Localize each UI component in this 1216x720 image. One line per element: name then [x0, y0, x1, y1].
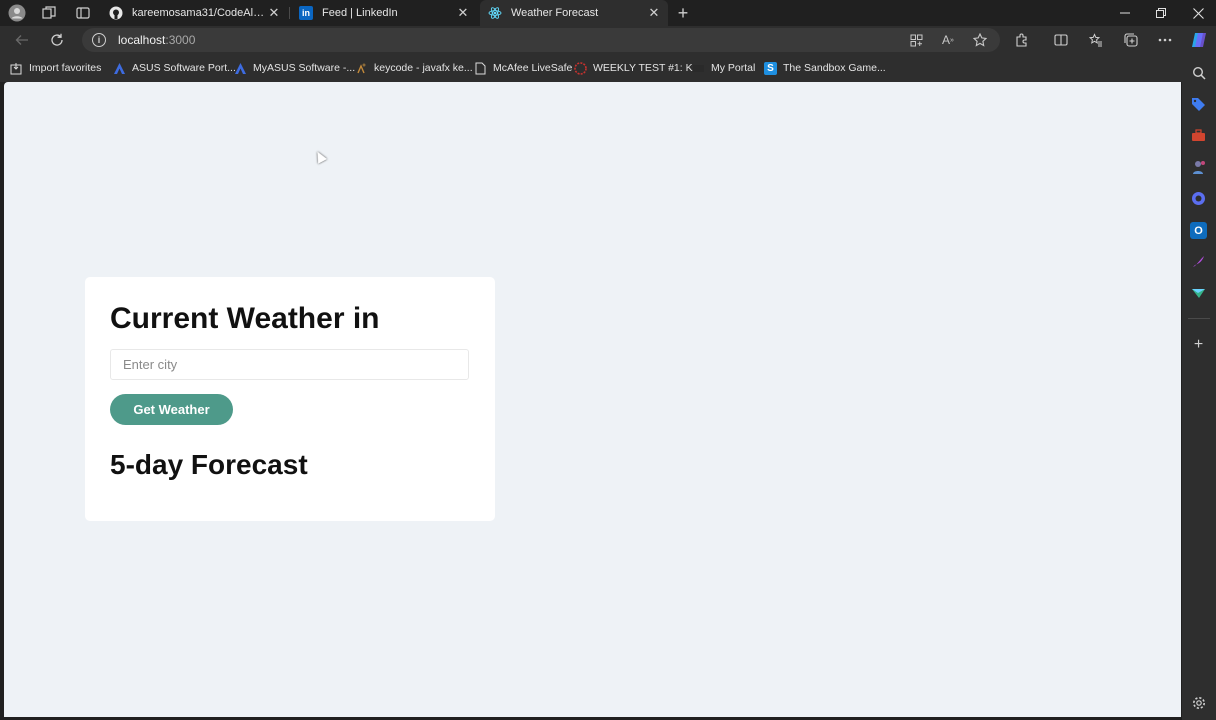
- bookmark-import-favorites[interactable]: Import favorites: [10, 60, 101, 76]
- tab-weather-forecast[interactable]: Weather Forecast ✕: [480, 0, 668, 26]
- bookmark-sandbox-game[interactable]: S The Sandbox Game...: [764, 60, 886, 76]
- workspaces-icon[interactable]: [40, 4, 58, 22]
- favorites-bar: Import favorites ASUS Software Port... M…: [0, 54, 1182, 82]
- tab-github[interactable]: kareemosama31/CodeAlpha_We ✕: [101, 0, 288, 26]
- github-icon: [109, 6, 123, 20]
- sidebar-divider: [1188, 318, 1210, 319]
- bookmark-myasus-software[interactable]: MyASUS Software -...: [234, 60, 355, 76]
- games-icon[interactable]: [1190, 159, 1207, 176]
- bookmark-keycode-javafx[interactable]: keycode - javafx ke...: [355, 60, 473, 76]
- portal-icon: [692, 62, 705, 75]
- split-screen-icon[interactable]: [1051, 30, 1071, 50]
- tools-icon[interactable]: [1190, 127, 1207, 144]
- bookmark-label: My Portal: [711, 62, 756, 74]
- bookmark-label: ASUS Software Port...: [132, 62, 236, 74]
- close-icon[interactable]: ✕: [646, 5, 662, 21]
- url-text[interactable]: localhost:3000: [118, 33, 195, 47]
- bookmark-label: MyASUS Software -...: [253, 62, 356, 74]
- send-icon[interactable]: [1190, 285, 1207, 302]
- forecast-heading: 5-day Forecast: [110, 449, 308, 480]
- designer-icon[interactable]: [1190, 253, 1207, 270]
- favorite-star-icon[interactable]: [972, 32, 988, 48]
- site-info-icon[interactable]: i: [92, 33, 106, 47]
- search-icon[interactable]: [1190, 64, 1207, 81]
- copilot-icon[interactable]: [1188, 29, 1210, 51]
- new-tab-button[interactable]: +: [674, 3, 692, 23]
- tab-title: kareemosama31/CodeAlpha_We: [132, 7, 266, 19]
- weather-card: Current Weather in Get Weather 5-day For…: [85, 277, 495, 521]
- minimize-button[interactable]: [1107, 0, 1143, 26]
- copilot-sidebar-icon[interactable]: [1190, 190, 1207, 207]
- extensions-icon[interactable]: [1012, 30, 1032, 50]
- favorites-icon[interactable]: [1086, 30, 1106, 50]
- url-host: localhost: [118, 33, 166, 47]
- restore-button[interactable]: [1143, 0, 1179, 26]
- bookmark-mcafee-livesafe[interactable]: McAfee LiveSafe: [474, 60, 572, 76]
- read-aloud-icon[interactable]: A»: [940, 32, 956, 48]
- sandbox-icon: S: [764, 61, 777, 75]
- title-bar: kareemosama31/CodeAlpha_We ✕ in Feed | L…: [0, 0, 1216, 26]
- get-weather-button[interactable]: Get Weather: [110, 394, 233, 425]
- url-port: :3000: [165, 33, 196, 47]
- import-icon: [10, 62, 23, 75]
- back-button[interactable]: [12, 30, 32, 50]
- bookmark-label: The Sandbox Game...: [783, 62, 886, 74]
- keycode-icon: [355, 62, 368, 75]
- refresh-button[interactable]: [47, 30, 67, 50]
- bookmark-my-portal[interactable]: My Portal: [692, 60, 755, 76]
- bookmark-weekly-test[interactable]: WEEKLY TEST #1: K...: [574, 60, 701, 76]
- asus-icon: [234, 62, 247, 75]
- address-bar[interactable]: i localhost:3000 A»: [82, 28, 1000, 52]
- page-icon: [474, 62, 487, 75]
- page-viewport: Current Weather in Get Weather 5-day For…: [4, 82, 1181, 717]
- tab-title: Feed | LinkedIn: [322, 7, 398, 19]
- navigation-bar: i localhost:3000 A»: [0, 26, 1216, 54]
- close-icon[interactable]: ✕: [455, 5, 471, 21]
- app-available-icon[interactable]: [908, 32, 924, 48]
- tab-linkedin[interactable]: in Feed | LinkedIn ✕: [291, 0, 477, 26]
- bookmark-label: Import favorites: [29, 62, 102, 74]
- badge-icon: [574, 61, 587, 75]
- bookmark-label: WEEKLY TEST #1: K...: [593, 62, 702, 74]
- settings-more-icon[interactable]: [1155, 30, 1175, 50]
- asus-icon: [113, 62, 126, 75]
- edge-sidebar: O +: [1182, 54, 1216, 720]
- current-weather-heading: Current Weather in: [110, 302, 380, 335]
- city-input[interactable]: [110, 349, 469, 380]
- gear-icon[interactable]: [1190, 694, 1207, 711]
- profile-icon[interactable]: [8, 4, 26, 22]
- bookmark-label: keycode - javafx ke...: [374, 62, 473, 74]
- tab-actions-icon[interactable]: [74, 4, 92, 22]
- close-window-button[interactable]: [1180, 0, 1216, 26]
- shopping-tag-icon[interactable]: [1190, 96, 1207, 113]
- collections-icon[interactable]: [1121, 30, 1141, 50]
- tab-divider: [289, 7, 290, 19]
- react-icon: [488, 6, 502, 20]
- tab-title: Weather Forecast: [511, 7, 599, 19]
- add-icon[interactable]: +: [1190, 336, 1207, 353]
- close-icon[interactable]: ✕: [266, 5, 282, 21]
- bookmark-asus-software-portal[interactable]: ASUS Software Port...: [113, 60, 236, 76]
- outlook-icon[interactable]: O: [1190, 222, 1207, 239]
- linkedin-icon: in: [299, 6, 313, 20]
- bookmark-label: McAfee LiveSafe: [493, 62, 573, 74]
